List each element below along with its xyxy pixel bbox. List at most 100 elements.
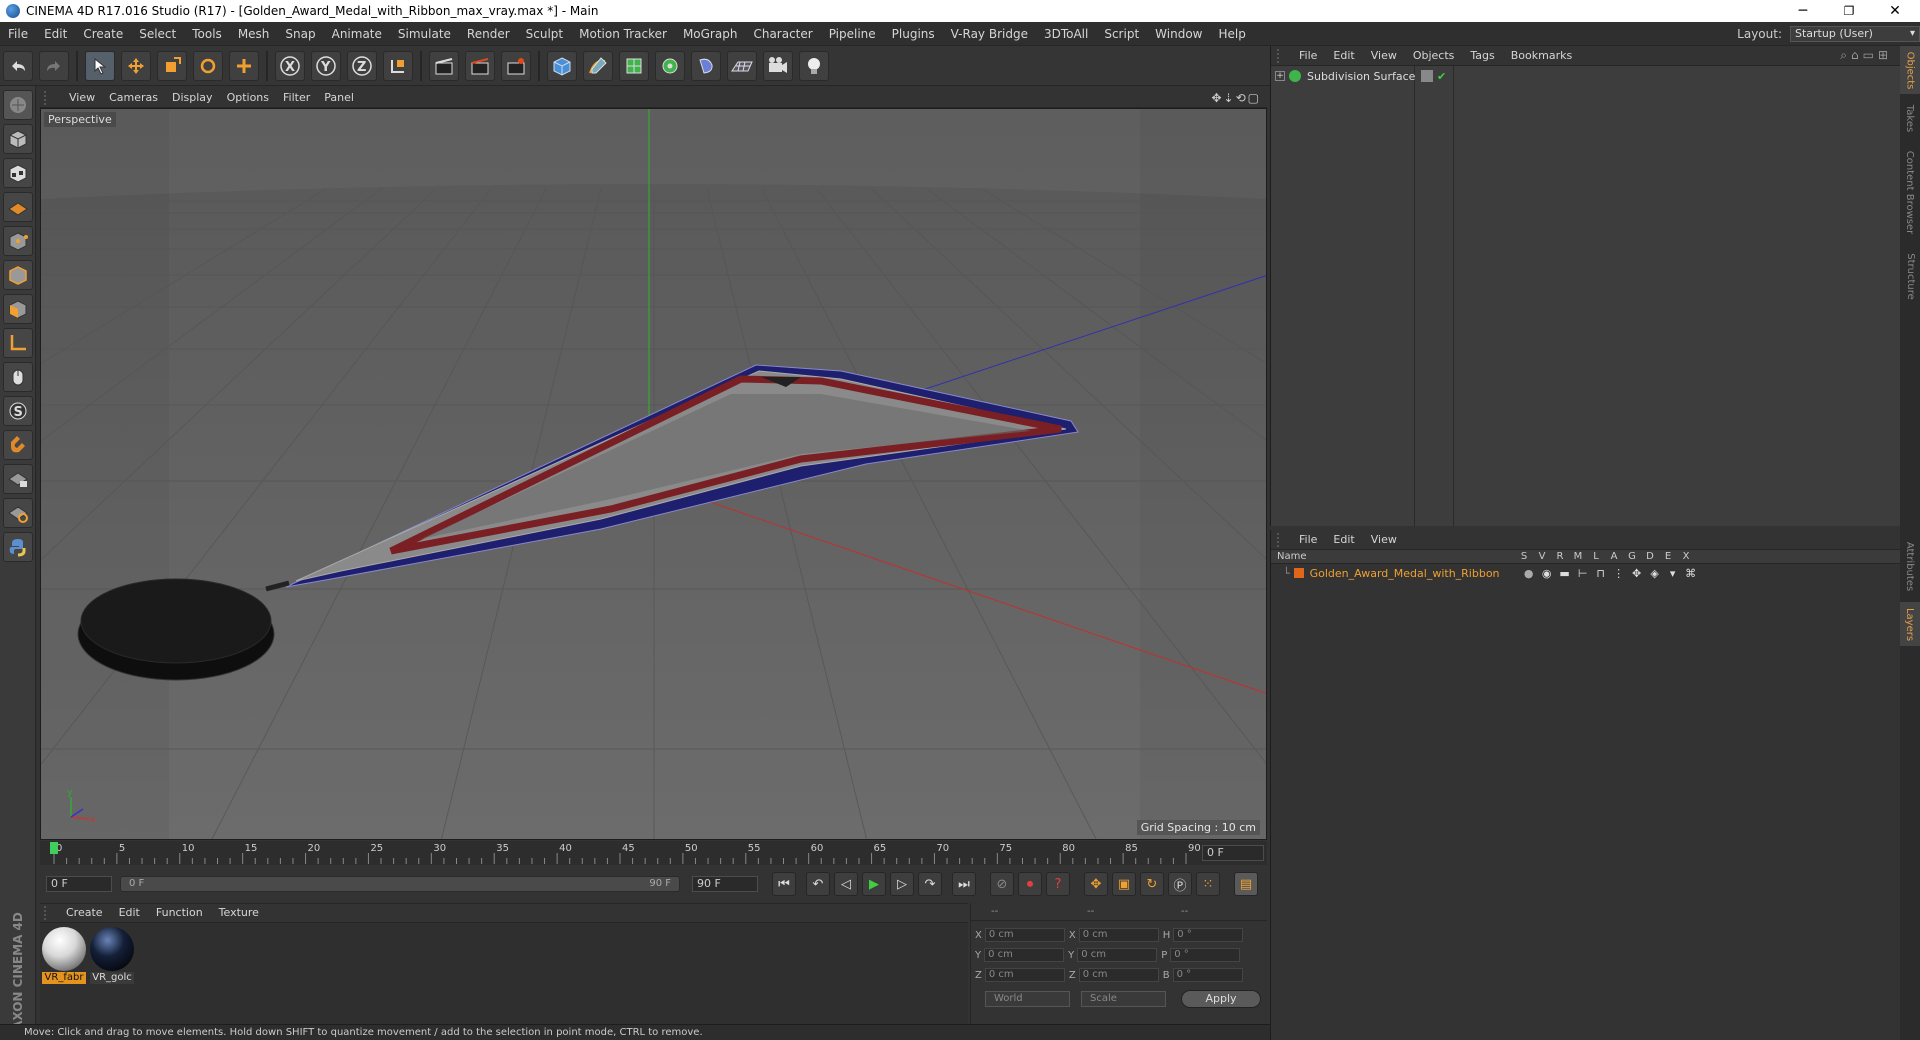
size-y-field[interactable]: 0 cm bbox=[1077, 948, 1158, 962]
go-to-end-button[interactable]: ⏭ bbox=[952, 872, 976, 896]
objects-menu-edit[interactable]: Edit bbox=[1325, 46, 1362, 66]
restore-button[interactable]: ❐ bbox=[1826, 0, 1872, 22]
menu-snap[interactable]: Snap bbox=[277, 22, 323, 46]
tab-structure[interactable]: Structure bbox=[1900, 246, 1920, 306]
rotation-b-field[interactable]: 0 ° bbox=[1172, 968, 1243, 982]
material-swatch[interactable]: VR_fabr bbox=[42, 927, 86, 984]
scale-key-button[interactable]: ▣ bbox=[1112, 872, 1136, 896]
layer-generators-icon[interactable]: ✥ bbox=[1628, 567, 1646, 580]
recent-tool-button[interactable] bbox=[229, 50, 259, 81]
python-button[interactable] bbox=[3, 532, 33, 562]
camera-button[interactable] bbox=[763, 50, 793, 81]
next-frame-button[interactable]: ▷ bbox=[890, 872, 914, 896]
minimize-button[interactable]: ─ bbox=[1780, 0, 1826, 22]
position-key-button[interactable]: ✥ bbox=[1084, 872, 1108, 896]
menu-help[interactable]: Help bbox=[1210, 22, 1253, 46]
viewport-menu-display[interactable]: Display bbox=[165, 88, 220, 108]
layer-manager-icon[interactable]: ⊢ bbox=[1574, 567, 1592, 580]
camera-label[interactable]: Perspective bbox=[44, 112, 116, 127]
go-to-start-button[interactable]: ⏮ bbox=[772, 872, 796, 896]
scale-tool-button[interactable] bbox=[157, 50, 187, 81]
menu-sculpt[interactable]: Sculpt bbox=[518, 22, 571, 46]
edges-mode-button[interactable] bbox=[3, 260, 33, 290]
coordinate-mode-dropdown[interactable]: World bbox=[985, 991, 1070, 1007]
layers-menu-file[interactable]: File bbox=[1291, 530, 1325, 550]
objects-menu-tags[interactable]: Tags bbox=[1462, 46, 1502, 66]
menu-simulate[interactable]: Simulate bbox=[390, 22, 459, 46]
playhead-marker[interactable] bbox=[50, 842, 58, 854]
object-row[interactable]: + Subdivision Surface ✔ bbox=[1271, 68, 1901, 84]
select-tool-button[interactable] bbox=[85, 50, 115, 81]
layer-expressions-icon[interactable]: ▾ bbox=[1664, 567, 1682, 580]
menu-motion-tracker[interactable]: Motion Tracker bbox=[571, 22, 675, 46]
subdivision-surface-button[interactable] bbox=[619, 50, 649, 81]
layers-menu-edit[interactable]: Edit bbox=[1325, 530, 1362, 550]
tab-attributes[interactable]: Attributes bbox=[1900, 534, 1920, 598]
coordinate-system-button[interactable] bbox=[383, 50, 413, 81]
redo-button[interactable] bbox=[39, 50, 69, 81]
objects-menu-view[interactable]: View bbox=[1363, 46, 1405, 66]
max-frame-field[interactable]: 90 F bbox=[692, 876, 758, 892]
close-button[interactable]: ✕ bbox=[1872, 0, 1918, 22]
record-active-objects-button[interactable]: ⊘ bbox=[990, 872, 1014, 896]
expand-toggle-icon[interactable]: + bbox=[1275, 71, 1285, 81]
objects-menu-objects[interactable]: Objects bbox=[1405, 46, 1463, 66]
menu-mograph[interactable]: MoGraph bbox=[675, 22, 746, 46]
viewport-menu-view[interactable]: View bbox=[62, 88, 102, 108]
layer-solo-icon[interactable]: ● bbox=[1520, 567, 1538, 580]
layer-name[interactable]: Golden_Award_Medal_with_Ribbon bbox=[1310, 567, 1520, 580]
points-mode-button[interactable] bbox=[3, 226, 33, 256]
keyframe-selection-button[interactable]: ? bbox=[1046, 872, 1070, 896]
layer-lock-icon[interactable]: ⊓ bbox=[1592, 567, 1610, 580]
render-picture-viewer-button[interactable] bbox=[465, 50, 495, 81]
apply-button[interactable]: Apply bbox=[1181, 990, 1261, 1008]
z-axis-button[interactable]: Z bbox=[347, 50, 377, 81]
layer-deformers-icon[interactable]: ◈ bbox=[1646, 567, 1664, 580]
previous-frame-button[interactable]: ◁ bbox=[834, 872, 858, 896]
menu-plugins[interactable]: Plugins bbox=[884, 22, 943, 46]
menu-window[interactable]: Window bbox=[1147, 22, 1210, 46]
layout-dropdown[interactable]: Startup (User) bbox=[1790, 26, 1920, 42]
cube-primitive-button[interactable] bbox=[547, 50, 577, 81]
menu-select[interactable]: Select bbox=[131, 22, 184, 46]
lock-workplane-button[interactable] bbox=[3, 464, 33, 494]
position-z-field[interactable]: 0 cm bbox=[984, 968, 1065, 982]
tab-takes[interactable]: Takes bbox=[1900, 98, 1920, 138]
layer-animation-icon[interactable]: ⋮ bbox=[1610, 567, 1628, 580]
size-z-field[interactable]: 0 cm bbox=[1078, 968, 1159, 982]
rotation-key-button[interactable]: ↻ bbox=[1140, 872, 1164, 896]
viewport-menu-cameras[interactable]: Cameras bbox=[102, 88, 165, 108]
current-frame-field[interactable]: 0 F bbox=[1202, 845, 1264, 861]
deformer-button[interactable] bbox=[691, 50, 721, 81]
tab-layers[interactable]: Layers bbox=[1900, 602, 1920, 646]
layer-visibility-icon[interactable] bbox=[1421, 70, 1433, 82]
play-button[interactable]: ▶ bbox=[862, 872, 886, 896]
menu-character[interactable]: Character bbox=[745, 22, 820, 46]
layers-menu-view[interactable]: View bbox=[1363, 530, 1405, 550]
menu-pipeline[interactable]: Pipeline bbox=[821, 22, 884, 46]
polygons-mode-button[interactable] bbox=[3, 294, 33, 324]
make-editable-button[interactable] bbox=[3, 90, 33, 120]
min-frame-field[interactable]: 0 F bbox=[46, 876, 112, 892]
layer-row[interactable]: └ Golden_Award_Medal_with_Ribbon ● ◉ ▬ ⊢… bbox=[1271, 565, 1901, 581]
enabled-check-icon[interactable]: ✔ bbox=[1437, 70, 1446, 83]
move-tool-button[interactable] bbox=[121, 50, 151, 81]
cloner-button[interactable] bbox=[655, 50, 685, 81]
rotation-p-field[interactable]: 0 ° bbox=[1170, 948, 1241, 962]
size-mode-dropdown[interactable]: Scale bbox=[1081, 991, 1166, 1007]
viewport-menu-options[interactable]: Options bbox=[220, 88, 276, 108]
viewport-navigation-icons[interactable]: ✥⇣⟲▢ bbox=[1211, 91, 1261, 105]
layer-color-swatch[interactable] bbox=[1293, 568, 1304, 578]
tweak-mode-button[interactable] bbox=[3, 362, 33, 392]
floor-button[interactable] bbox=[727, 50, 757, 81]
menu-script[interactable]: Script bbox=[1096, 22, 1147, 46]
menu-mesh[interactable]: Mesh bbox=[230, 22, 278, 46]
perspective-viewport[interactable]: y x Perspective Grid Spacing : 10 cm bbox=[40, 108, 1267, 840]
model-mode-button[interactable] bbox=[3, 124, 33, 154]
size-x-field[interactable]: 0 cm bbox=[1078, 928, 1159, 942]
object-name[interactable]: Subdivision Surface bbox=[1307, 70, 1419, 83]
rotate-tool-button[interactable] bbox=[193, 50, 223, 81]
layer-view-icon[interactable]: ◉ bbox=[1538, 567, 1556, 580]
object-manager-tools[interactable]: ⌕⌂▭⊞ bbox=[1840, 48, 1892, 63]
viewport-menu-panel[interactable]: Panel bbox=[317, 88, 361, 108]
